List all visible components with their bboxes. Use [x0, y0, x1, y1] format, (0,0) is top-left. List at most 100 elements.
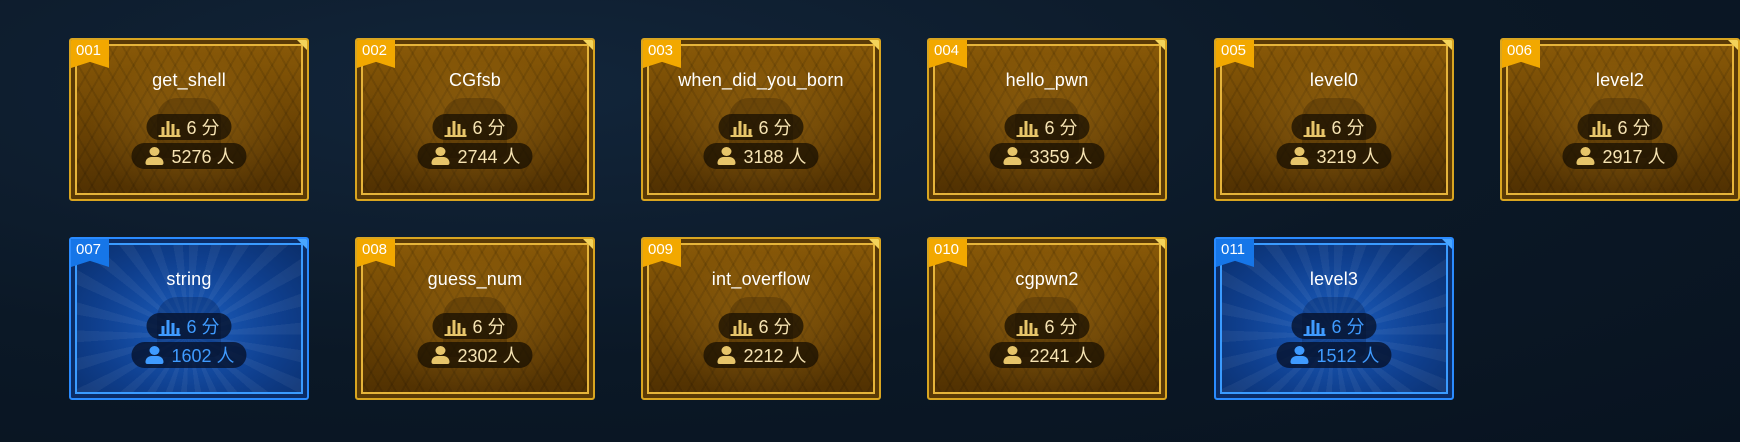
- challenge-title: CGfsb: [448, 70, 501, 90]
- score-value: 6 分: [472, 118, 506, 138]
- challenge-card[interactable]: 003 when_did_you_born 6 分 3188 人: [641, 38, 881, 201]
- challenge-title: guess_num: [427, 269, 523, 289]
- bar-chart-icon: [1016, 316, 1039, 336]
- challenge-title: level3: [1309, 269, 1359, 289]
- challenge-number-badge: 009: [643, 239, 681, 267]
- person-icon: [429, 146, 451, 166]
- corner-decoration: [869, 239, 879, 249]
- score-pill: 6 分: [432, 313, 518, 339]
- solvers-pill: 3188 人: [703, 143, 819, 169]
- score-pill: 6 分: [1291, 313, 1377, 339]
- score-value: 6 分: [1331, 317, 1365, 337]
- challenge-number-badge: 003: [643, 40, 681, 68]
- challenge-number-badge: 008: [357, 239, 395, 267]
- score-pill: 6 分: [1004, 114, 1090, 140]
- challenge-card[interactable]: 010 cgpwn2 6 分 2241 人: [927, 237, 1167, 400]
- challenge-title: level0: [1309, 70, 1359, 90]
- challenge-number-badge: 006: [1502, 40, 1540, 68]
- person-icon: [1574, 146, 1596, 166]
- person-icon: [715, 345, 737, 365]
- challenge-card[interactable]: 002 CGfsb 6 分 2744 人: [355, 38, 595, 201]
- challenge-number-badge: 001: [71, 40, 109, 68]
- bar-chart-icon: [444, 316, 467, 336]
- challenge-card[interactable]: 001 get_shell 6 分 5276 人: [69, 38, 309, 201]
- challenge-title: level2: [1595, 70, 1645, 90]
- person-icon: [143, 146, 165, 166]
- solvers-count: 1512 人: [1316, 346, 1380, 366]
- solvers-pill: 5276 人: [131, 143, 247, 169]
- challenge-title: hello_pwn: [1005, 70, 1089, 90]
- person-icon: [1001, 345, 1023, 365]
- score-value: 6 分: [186, 317, 220, 337]
- person-icon: [1288, 345, 1310, 365]
- solvers-count: 2241 人: [1029, 346, 1093, 366]
- challenge-number-badge: 007: [71, 239, 109, 267]
- score-pill: 6 分: [146, 114, 232, 140]
- solvers-pill: 1512 人: [1276, 342, 1392, 368]
- solvers-pill: 2917 人: [1562, 143, 1678, 169]
- score-pill: 6 分: [718, 313, 804, 339]
- score-pill: 6 分: [146, 313, 232, 339]
- score-value: 6 分: [758, 317, 792, 337]
- bar-chart-icon: [158, 117, 181, 137]
- challenge-card[interactable]: 005 level0 6 分 3219 人: [1214, 38, 1454, 201]
- solvers-count: 1602 人: [171, 346, 235, 366]
- solvers-count: 3359 人: [1029, 147, 1093, 167]
- score-value: 6 分: [472, 317, 506, 337]
- score-value: 6 分: [1331, 118, 1365, 138]
- solvers-pill: 2241 人: [989, 342, 1105, 368]
- challenge-number-badge: 010: [929, 239, 967, 267]
- score-pill: 6 分: [432, 114, 518, 140]
- solvers-count: 2212 人: [743, 346, 807, 366]
- solvers-pill: 2212 人: [703, 342, 819, 368]
- solvers-pill: 2744 人: [417, 143, 533, 169]
- person-icon: [1288, 146, 1310, 166]
- bar-chart-icon: [1303, 316, 1326, 336]
- challenge-card[interactable]: 009 int_overflow 6 分 2212 人: [641, 237, 881, 400]
- score-value: 6 分: [758, 118, 792, 138]
- bar-chart-icon: [158, 316, 181, 336]
- corner-decoration: [1442, 40, 1452, 50]
- challenge-title: cgpwn2: [1015, 269, 1079, 289]
- person-icon: [429, 345, 451, 365]
- score-value: 6 分: [1617, 118, 1651, 138]
- bar-chart-icon: [1589, 117, 1612, 137]
- challenge-card[interactable]: 007 string 6 分 1602 人: [69, 237, 309, 400]
- score-pill: 6 分: [1291, 114, 1377, 140]
- person-icon: [1001, 146, 1023, 166]
- bar-chart-icon: [1303, 117, 1326, 137]
- challenge-card[interactable]: 006 level2 6 分 2917 人: [1500, 38, 1740, 201]
- score-pill: 6 分: [1577, 114, 1663, 140]
- bar-chart-icon: [444, 117, 467, 137]
- challenge-card[interactable]: 008 guess_num 6 分 2302 人: [355, 237, 595, 400]
- challenge-number-badge: 011: [1216, 239, 1254, 267]
- solvers-count: 2302 人: [457, 346, 521, 366]
- challenge-number-badge: 002: [357, 40, 395, 68]
- challenge-card[interactable]: 004 hello_pwn 6 分 3359 人: [927, 38, 1167, 201]
- score-value: 6 分: [186, 118, 220, 138]
- corner-decoration: [583, 40, 593, 50]
- challenge-grid: 001 get_shell 6 分 5276 人 002 CGfsb 6 分 2…: [0, 0, 1740, 442]
- solvers-pill: 1602 人: [131, 342, 247, 368]
- corner-decoration: [297, 40, 307, 50]
- challenge-title: int_overflow: [711, 269, 811, 289]
- person-icon: [143, 345, 165, 365]
- corner-decoration: [1442, 239, 1452, 249]
- challenge-number-badge: 005: [1216, 40, 1254, 68]
- challenge-title: string: [166, 269, 212, 289]
- solvers-pill: 3219 人: [1276, 143, 1392, 169]
- challenge-card[interactable]: 011 level3 6 分 1512 人: [1214, 237, 1454, 400]
- bar-chart-icon: [730, 316, 753, 336]
- solvers-count: 2917 人: [1602, 147, 1666, 167]
- corner-decoration: [1728, 40, 1738, 50]
- solvers-pill: 3359 人: [989, 143, 1105, 169]
- solvers-count: 2744 人: [457, 147, 521, 167]
- corner-decoration: [1155, 40, 1165, 50]
- score-pill: 6 分: [718, 114, 804, 140]
- challenge-title: get_shell: [152, 70, 226, 90]
- score-value: 6 分: [1044, 317, 1078, 337]
- corner-decoration: [869, 40, 879, 50]
- solvers-count: 3219 人: [1316, 147, 1380, 167]
- score-value: 6 分: [1044, 118, 1078, 138]
- solvers-count: 3188 人: [743, 147, 807, 167]
